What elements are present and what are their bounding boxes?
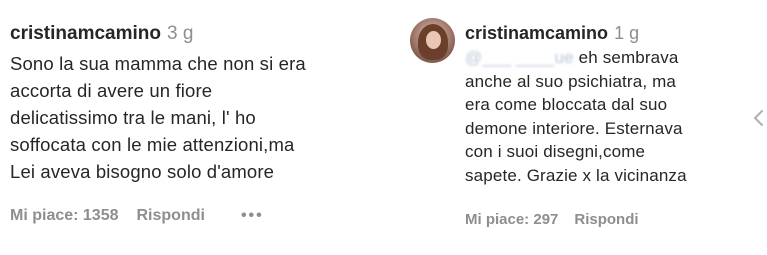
comment-line: @___ ____ue eh sembrava xyxy=(465,46,765,70)
likes-count[interactable]: Mi piace: 297 xyxy=(465,211,558,228)
reply-button[interactable]: Rispondi xyxy=(137,207,205,224)
comment-line: accorta di avere un fiore xyxy=(10,80,213,101)
avatar-face xyxy=(426,31,441,49)
more-options-icon[interactable]: ••• xyxy=(241,207,264,224)
comment-line: sapete. Grazie x la vicinanza xyxy=(465,165,687,185)
username-link[interactable]: cristinamcamino xyxy=(465,23,608,43)
comment-header: cristinamcamino 3 g xyxy=(10,22,193,46)
avatar[interactable] xyxy=(410,18,455,63)
likes-count[interactable]: Mi piace: 1358 xyxy=(10,207,119,224)
chevron-left-icon[interactable] xyxy=(751,108,765,128)
comment-footer: Mi piace: 1358 Rispondi ••• xyxy=(10,206,264,226)
mention-link[interactable]: @___ ____ue xyxy=(465,48,574,67)
comment-line-rest: eh sembrava xyxy=(573,48,679,67)
comment-line: demone interiore. Esternava xyxy=(465,118,683,138)
comment-line: con i suoi disegni,come xyxy=(465,142,646,161)
comment-line: era come bloccata dal suo xyxy=(465,95,668,114)
comment-line: delicatissimo tra le mani, l' ho xyxy=(10,107,256,128)
comment-line: anche al suo psichiatra, ma xyxy=(465,71,676,91)
comment-footer: Mi piace: 297 Rispondi xyxy=(465,210,639,230)
comment-time: 3 g xyxy=(167,23,194,44)
reply-button[interactable]: Rispondi xyxy=(574,211,638,228)
comment-line: soffocata con le mie attenzioni,ma xyxy=(10,134,295,155)
comment-text: @___ ____ue eh sembrava anche al suo psi… xyxy=(465,46,765,187)
comment-header: cristinamcamino 1 g xyxy=(465,21,639,45)
username-link[interactable]: cristinamcamino xyxy=(10,23,161,44)
comment-line: Sono la sua mamma che non si era xyxy=(10,53,306,74)
comment-text: Sono la sua mamma che non si era accorta… xyxy=(10,50,380,185)
comment-line: Lei aveva bisogno solo d'amore xyxy=(10,161,275,182)
comment-time: 1 g xyxy=(614,23,640,43)
